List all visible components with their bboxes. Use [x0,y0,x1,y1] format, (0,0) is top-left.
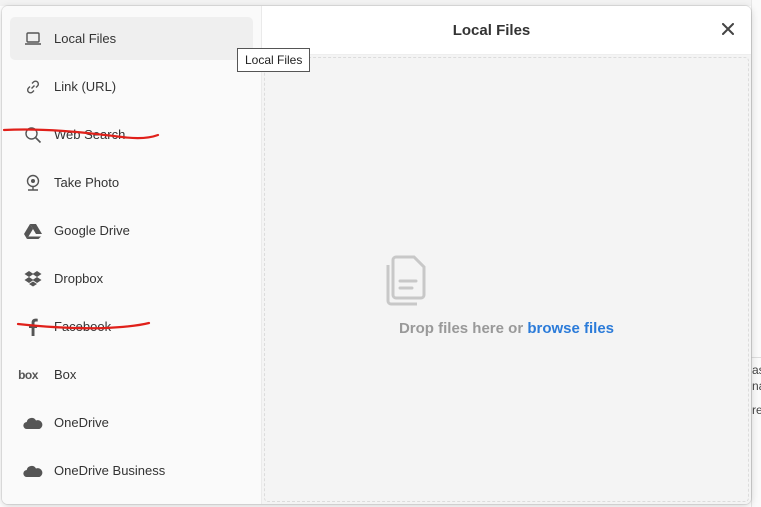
background-page-edge [751,0,761,507]
sidebar-item-google-drive[interactable]: Google Drive [10,209,253,252]
dialog-title: Local Files [452,22,531,39]
drop-zone-border [264,57,749,502]
cloud-icon [22,460,44,482]
sidebar-item-take-photo[interactable]: Take Photo [10,161,253,204]
link-icon [22,76,44,98]
sidebar-item-web-search[interactable]: Web Search [10,113,253,156]
background-text-fragment: as [752,363,761,377]
background-text-fragment: na [752,379,761,393]
sidebar-item-label: Facebook [54,319,112,334]
sidebar-item-label: Box [54,367,77,382]
background-text-fragment: re [752,403,761,417]
file-picker-dialog: Local Files Link (URL) Web Search Take P… [2,6,751,504]
dropbox-icon [22,268,44,290]
cloud-icon [22,412,44,434]
sidebar-item-label: Dropbox [54,271,104,286]
files-icon [386,255,426,306]
sidebar-item-local-files[interactable]: Local Files [10,17,253,60]
sidebar-item-label: Web Search [54,127,126,142]
sidebar-item-label: Google Drive [54,223,130,238]
box-icon: box [12,364,44,386]
background-divider [751,357,761,358]
sidebar-item-label: Local Files [54,31,117,46]
search-icon [22,124,44,146]
google-drive-icon [22,220,44,242]
sources-sidebar: Local Files Link (URL) Web Search Take P… [2,6,262,504]
dialog-header: Local Files [262,6,751,55]
sidebar-item-onedrive[interactable]: OneDrive [10,401,253,444]
browse-files-link[interactable]: browse files [527,320,614,337]
sidebar-item-label: OneDrive Business [54,463,166,478]
laptop-icon [22,28,44,50]
sidebar-item-onedrive-business[interactable]: OneDrive Business [10,449,253,492]
box-logo-text: box [18,367,38,382]
tooltip: Local Files [237,48,311,72]
sidebar-item-label: Link (URL) [54,79,117,94]
drop-zone-prompt-text: Drop files here or [398,320,524,337]
webcam-icon [22,172,44,194]
sidebar-item-dropbox[interactable]: Dropbox [10,257,253,300]
sidebar-item-link-url[interactable]: Link (URL) [10,65,253,108]
sidebar-item-label: Take Photo [54,175,120,190]
facebook-icon [22,316,44,338]
drop-zone-prompt: Drop files here or browse files [262,320,751,337]
close-button[interactable] [717,18,739,40]
sidebar-item-label: OneDrive [54,415,109,430]
sidebar-item-facebook[interactable]: Facebook [10,305,253,348]
drop-zone[interactable]: Drop files here or browse files [262,55,751,504]
sidebar-item-box[interactable]: box Box [10,353,253,396]
close-icon [722,23,734,35]
